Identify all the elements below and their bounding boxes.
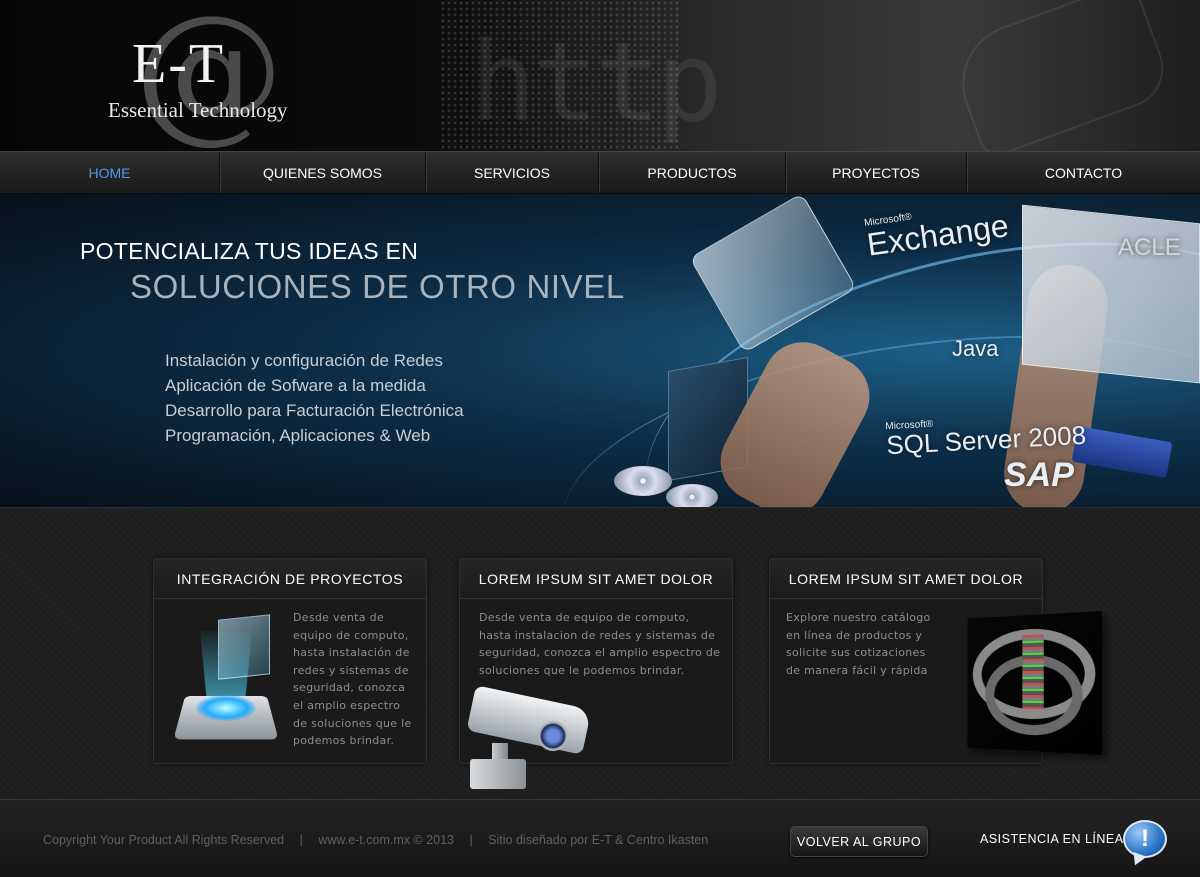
nav-item-proyectos[interactable]: PROYECTOS — [786, 152, 967, 193]
nav-item-contacto[interactable]: CONTACTO — [967, 152, 1200, 193]
card-text: Explore nuestro catálogo en línea de pro… — [786, 611, 931, 677]
cd-disc-image — [666, 484, 718, 507]
service-item: Programación, Aplicaciones & Web — [165, 426, 431, 445]
logo-tagline: Essential Technology — [108, 98, 288, 122]
website-link[interactable]: www.e-t.com.mx © 2013 — [318, 833, 454, 847]
oracle-logo: ACLE — [1118, 234, 1181, 261]
nav-item-home[interactable]: HOME — [0, 152, 220, 193]
footer-separator: | — [469, 833, 473, 847]
chat-bubble-icon[interactable]: ! — [1123, 820, 1167, 858]
card-title: LOREM IPSUM SIT AMET DOLOR — [770, 559, 1042, 599]
header-cable-graphic — [945, 0, 1175, 151]
server-rack-image — [967, 610, 1102, 756]
footer-separator: | — [299, 833, 303, 847]
nav-item-servicios[interactable]: SERVICIOS — [426, 152, 599, 193]
card-title: LOREM IPSUM SIT AMET DOLOR — [460, 559, 732, 599]
security-camera-icon — [466, 685, 592, 791]
sap-logo: SAP — [1004, 456, 1074, 494]
nav-item-productos[interactable]: PRODUCTOS — [599, 152, 786, 193]
site-footer: Copyright Your Product All Rights Reserv… — [0, 799, 1200, 877]
service-item: Instalación y configuración de Redes — [165, 351, 443, 370]
credits-text: Sitio diseñado por E-T & Centro Ikasten — [488, 833, 709, 847]
site-logo[interactable]: @ E-T Essential Technology — [108, 0, 308, 146]
card-title: INTEGRACIÓN DE PROYECTOS — [154, 559, 426, 599]
cd-disc-image — [614, 466, 672, 496]
banner-subheadline: SOLUCIONES DE OTRO NIVEL — [130, 268, 625, 305]
service-item: Aplicación de Sofware a la medida — [165, 376, 426, 395]
hologram-folder-icon — [173, 614, 284, 747]
service-item: Desarrollo para Facturación Electrónica — [165, 401, 464, 420]
volver-al-grupo-button[interactable]: VOLVER AL GRUPO — [790, 826, 928, 857]
card-text: Desde venta de equipo de computo, hasta … — [479, 611, 721, 677]
copyright-text: Copyright Your Product All Rights Reserv… — [43, 833, 285, 847]
feature-card-integracion[interactable]: INTEGRACIÓN DE PROYECTOS Desde venta de … — [153, 558, 427, 764]
online-assistance-link[interactable]: ASISTENCIA EN LÍNEA — [980, 832, 1124, 846]
java-logo: Java — [952, 336, 999, 361]
main-nav: HOME QUIENES SOMOS SERVICIOS PRODUCTOS P… — [0, 151, 1200, 194]
hero-banner: Microsoft® Exchange ACLE Java Microsoft®… — [0, 194, 1200, 507]
footer-copyright-line: Copyright Your Product All Rights Reserv… — [43, 833, 720, 847]
logo-mark: E-T — [132, 33, 226, 95]
nav-item-quienes-somos[interactable]: QUIENES SOMOS — [220, 152, 426, 193]
services-list: Instalación y configuración de Redes Apl… — [165, 348, 464, 448]
site-header: http @ E-T Essential Technology — [0, 0, 1200, 151]
header-background-word: http — [470, 18, 723, 146]
tablet-screen-image — [1022, 204, 1200, 384]
card-text: Desde venta de equipo de computo, hasta … — [293, 611, 412, 748]
banner-headline: POTENCIALIZA TUS IDEAS EN — [80, 238, 419, 264]
